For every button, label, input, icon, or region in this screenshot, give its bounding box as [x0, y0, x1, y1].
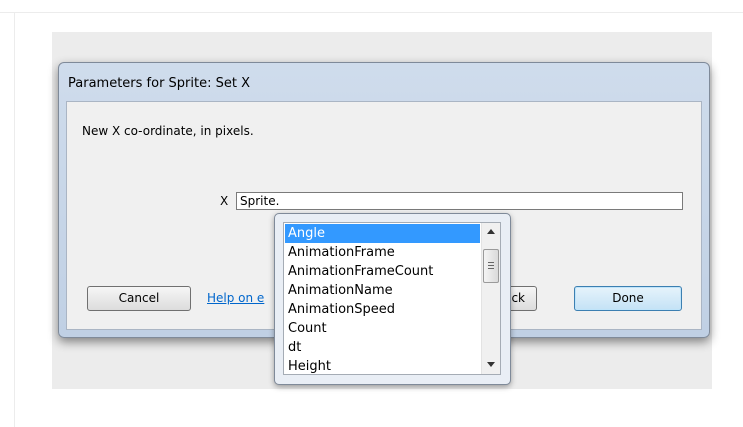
autocomplete-items: Angle AnimationFrame AnimationFrameCount…: [285, 224, 480, 376]
list-item[interactable]: Height: [285, 357, 480, 376]
help-link[interactable]: Help on e: [207, 291, 264, 305]
scroll-up-arrow-icon[interactable]: [482, 223, 500, 241]
autocomplete-listbox[interactable]: Angle AnimationFrame AnimationFrameCount…: [283, 222, 501, 375]
autocomplete-popup: Angle AnimationFrame AnimationFrameCount…: [274, 213, 511, 385]
vertical-scrollbar[interactable]: [481, 223, 500, 374]
done-button[interactable]: Done: [574, 286, 682, 311]
x-parameter-label: X: [220, 194, 229, 208]
scroll-down-arrow-icon[interactable]: [482, 356, 500, 374]
list-item[interactable]: AnimationFrame: [285, 243, 480, 262]
page-divider-top: [0, 12, 743, 13]
list-item[interactable]: dt: [285, 338, 480, 357]
list-item[interactable]: Count: [285, 319, 480, 338]
list-item[interactable]: AnimationFrameCount: [285, 262, 480, 281]
dialog-titlebar[interactable]: Parameters for Sprite: Set X: [59, 63, 709, 99]
scrollbar-thumb[interactable]: [483, 249, 499, 283]
grip-line: [488, 268, 494, 269]
list-item[interactable]: AnimationName: [285, 281, 480, 300]
list-item[interactable]: Angle: [285, 224, 480, 243]
x-parameter-input[interactable]: Sprite.: [236, 192, 683, 210]
grip-line: [488, 265, 494, 266]
grip-line: [488, 262, 494, 263]
list-item[interactable]: AnimationSpeed: [285, 300, 480, 319]
parameter-description: New X co-ordinate, in pixels.: [82, 124, 254, 138]
dialog-title: Parameters for Sprite: Set X: [68, 76, 250, 91]
page-divider-left: [14, 12, 15, 427]
cancel-button[interactable]: Cancel: [87, 286, 191, 311]
